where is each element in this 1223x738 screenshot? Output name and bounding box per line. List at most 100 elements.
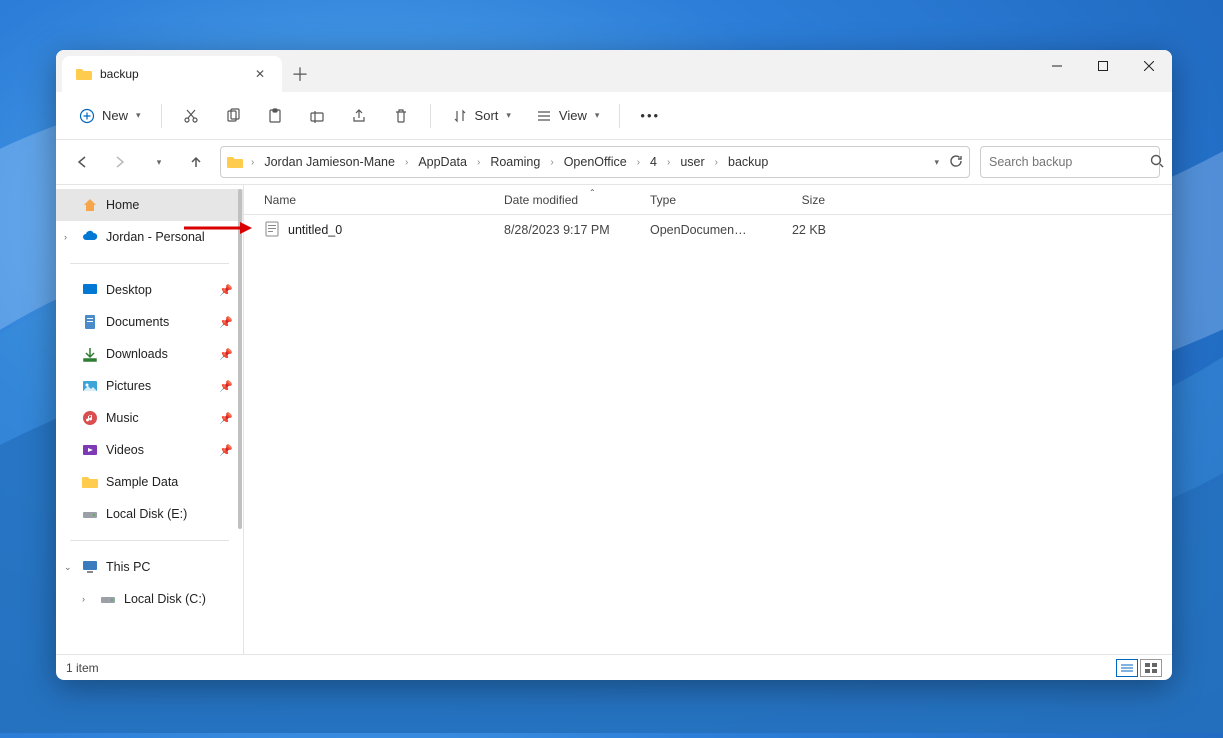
sidebar-item-music[interactable]: Music 📌 (56, 402, 243, 434)
sidebar-item-local-disk-e[interactable]: Local Disk (E:) (56, 498, 243, 530)
pin-icon: 📌 (219, 316, 233, 329)
copy-icon (224, 107, 242, 125)
cloud-icon (82, 229, 98, 245)
search-input[interactable] (989, 155, 1150, 169)
toolbar: New ▾ Sort ▾ View ▾ ••• (56, 92, 1172, 140)
downloads-icon (82, 346, 98, 362)
more-button[interactable]: ••• (630, 100, 670, 132)
folder-icon (76, 67, 92, 81)
file-name: untitled_0 (288, 223, 342, 237)
file-list-pane: Name ⌃ Date modified Type Size untitled_… (244, 185, 1172, 654)
back-button[interactable] (68, 148, 96, 176)
sidebar-item-sample-data[interactable]: Sample Data (56, 466, 243, 498)
paste-icon (266, 107, 284, 125)
chevron-right-icon[interactable]: › (82, 594, 85, 604)
pictures-icon (82, 378, 98, 394)
drive-icon (100, 591, 116, 607)
close-button[interactable] (1126, 50, 1172, 82)
scrollbar[interactable] (237, 185, 243, 654)
sidebar-item-home[interactable]: Home (56, 189, 243, 221)
pin-icon: 📌 (219, 348, 233, 361)
recent-button[interactable]: ▾ (144, 148, 172, 176)
search-box[interactable] (980, 146, 1160, 178)
address-bar[interactable]: › Jordan Jamieson-Mane› AppData› Roaming… (220, 146, 970, 178)
maximize-button[interactable] (1080, 50, 1126, 82)
rename-icon (308, 107, 326, 125)
sidebar-item-downloads[interactable]: Downloads 📌 (56, 338, 243, 370)
details-view-button[interactable] (1116, 659, 1138, 677)
share-button[interactable] (340, 100, 378, 132)
folder-icon (82, 474, 98, 490)
cut-button[interactable] (172, 100, 210, 132)
chevron-down-icon[interactable]: ⌄ (64, 562, 72, 573)
column-header-date[interactable]: Date modified (494, 185, 640, 214)
sort-icon (451, 107, 469, 125)
pin-icon: 📌 (219, 412, 233, 425)
column-header-name[interactable]: Name (244, 185, 494, 214)
chevron-down-icon: ▾ (136, 110, 141, 121)
body: Home › Jordan - Personal Desktop📌 Docume… (56, 184, 1172, 654)
sidebar-item-videos[interactable]: Videos📌 (56, 434, 243, 466)
breadcrumb[interactable]: 4 (644, 153, 663, 171)
cut-icon (182, 107, 200, 125)
search-icon (1150, 154, 1164, 171)
breadcrumb[interactable]: backup (722, 153, 774, 171)
sidebar-item-pictures[interactable]: Pictures📌 (56, 370, 243, 402)
paste-button[interactable] (256, 100, 294, 132)
breadcrumb[interactable]: OpenOffice (558, 153, 633, 171)
tab-close-button[interactable]: ✕ (252, 66, 268, 82)
thumbnails-view-button[interactable] (1140, 659, 1162, 677)
sidebar-item-label: Sample Data (106, 475, 178, 489)
separator (70, 540, 229, 541)
sidebar-item-documents[interactable]: Documents 📌 (56, 306, 243, 338)
column-header-type[interactable]: Type (640, 185, 758, 214)
breadcrumb[interactable]: Roaming (484, 153, 546, 171)
sidebar-item-label: This PC (106, 560, 150, 574)
sidebar-item-label: Documents (106, 315, 169, 329)
new-tab-button[interactable]: ＋ (282, 56, 318, 92)
minimize-button[interactable] (1034, 50, 1080, 82)
sort-indicator-icon: ⌃ (589, 188, 596, 197)
tab-backup[interactable]: backup ✕ (62, 56, 282, 92)
titlebar: backup ✕ ＋ (56, 50, 1172, 92)
rename-button[interactable] (298, 100, 336, 132)
view-button[interactable]: View ▾ (525, 100, 609, 132)
sidebar-item-local-disk-c[interactable]: › Local Disk (C:) (56, 583, 243, 615)
sidebar-item-onedrive[interactable]: › Jordan - Personal (56, 221, 243, 253)
pin-icon: 📌 (219, 380, 233, 393)
sidebar-item-label: Home (106, 198, 139, 212)
home-icon (82, 197, 98, 213)
up-button[interactable] (182, 148, 210, 176)
file-date: 8/28/2023 9:17 PM (494, 223, 640, 237)
this-pc-icon (82, 559, 98, 575)
breadcrumb[interactable]: Jordan Jamieson-Mane (258, 153, 401, 171)
sidebar-item-this-pc[interactable]: ⌄ This PC (56, 551, 243, 583)
sidebar-item-label: Downloads (106, 347, 168, 361)
navigation-pane: Home › Jordan - Personal Desktop📌 Docume… (56, 185, 244, 654)
tab-title: backup (100, 67, 139, 81)
address-bar-row: ▾ › Jordan Jamieson-Mane› AppData› Roami… (56, 140, 1172, 184)
refresh-button[interactable] (949, 154, 963, 171)
forward-button[interactable] (106, 148, 134, 176)
new-button[interactable]: New ▾ (68, 100, 151, 132)
chevron-right-icon: › (713, 157, 720, 168)
desktop-icon (82, 282, 98, 298)
separator (70, 263, 229, 264)
breadcrumb[interactable]: AppData (412, 153, 473, 171)
sidebar-item-label: Jordan - Personal (106, 230, 205, 244)
sidebar-item-label: Local Disk (C:) (124, 592, 206, 606)
sidebar-item-label: Music (106, 411, 139, 425)
column-header-size[interactable]: Size (758, 185, 836, 214)
chevron-right-icon[interactable]: › (64, 232, 67, 242)
more-icon: ••• (640, 108, 660, 123)
file-row[interactable]: untitled_0 8/28/2023 9:17 PM OpenDocumen… (244, 215, 1172, 245)
sidebar-item-label: Local Disk (E:) (106, 507, 187, 521)
chevron-down-icon[interactable]: ▾ (934, 157, 939, 168)
sort-button[interactable]: Sort ▾ (441, 100, 521, 132)
breadcrumb[interactable]: user (674, 153, 710, 171)
sidebar-item-desktop[interactable]: Desktop📌 (56, 274, 243, 306)
chevron-right-icon: › (249, 157, 256, 168)
copy-button[interactable] (214, 100, 252, 132)
delete-button[interactable] (382, 100, 420, 132)
chevron-right-icon: › (548, 157, 555, 168)
